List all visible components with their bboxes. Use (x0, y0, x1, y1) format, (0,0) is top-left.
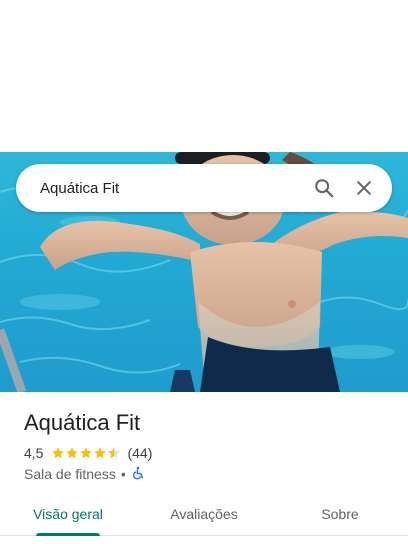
separator-dot: • (120, 466, 126, 482)
rating-row[interactable]: 4,5 (44) (24, 444, 152, 462)
place-details-screen: Aquática Fit Aquática Fit 4,5 (44) Sala … (0, 0, 408, 544)
place-category: Sala de fitness (24, 466, 116, 482)
tab-overview[interactable]: Visão geral (0, 496, 136, 536)
search-input[interactable]: Aquática Fit (40, 180, 304, 197)
wheelchair-icon (131, 466, 145, 483)
star-icon (66, 447, 79, 459)
review-count[interactable]: (44) (127, 445, 152, 461)
star-icon (80, 447, 93, 459)
search-button[interactable] (304, 168, 344, 208)
place-title: Aquática Fit (24, 410, 141, 435)
category-row: Sala de fitness • (24, 465, 145, 483)
rating-value: 4,5 (24, 445, 44, 461)
star-icon (94, 447, 107, 459)
tab-reviews[interactable]: Avaliações (136, 496, 272, 535)
close-button[interactable] (344, 168, 384, 208)
close-icon (354, 178, 374, 198)
tab-about[interactable]: Sobre (272, 496, 408, 535)
search-bar[interactable]: Aquática Fit (16, 164, 392, 212)
star-rating (51, 446, 121, 460)
star-icon (52, 447, 65, 459)
place-tabs: Visão geral Avaliações Sobre (0, 496, 408, 536)
search-icon (313, 177, 335, 199)
star-half-icon (108, 447, 121, 459)
